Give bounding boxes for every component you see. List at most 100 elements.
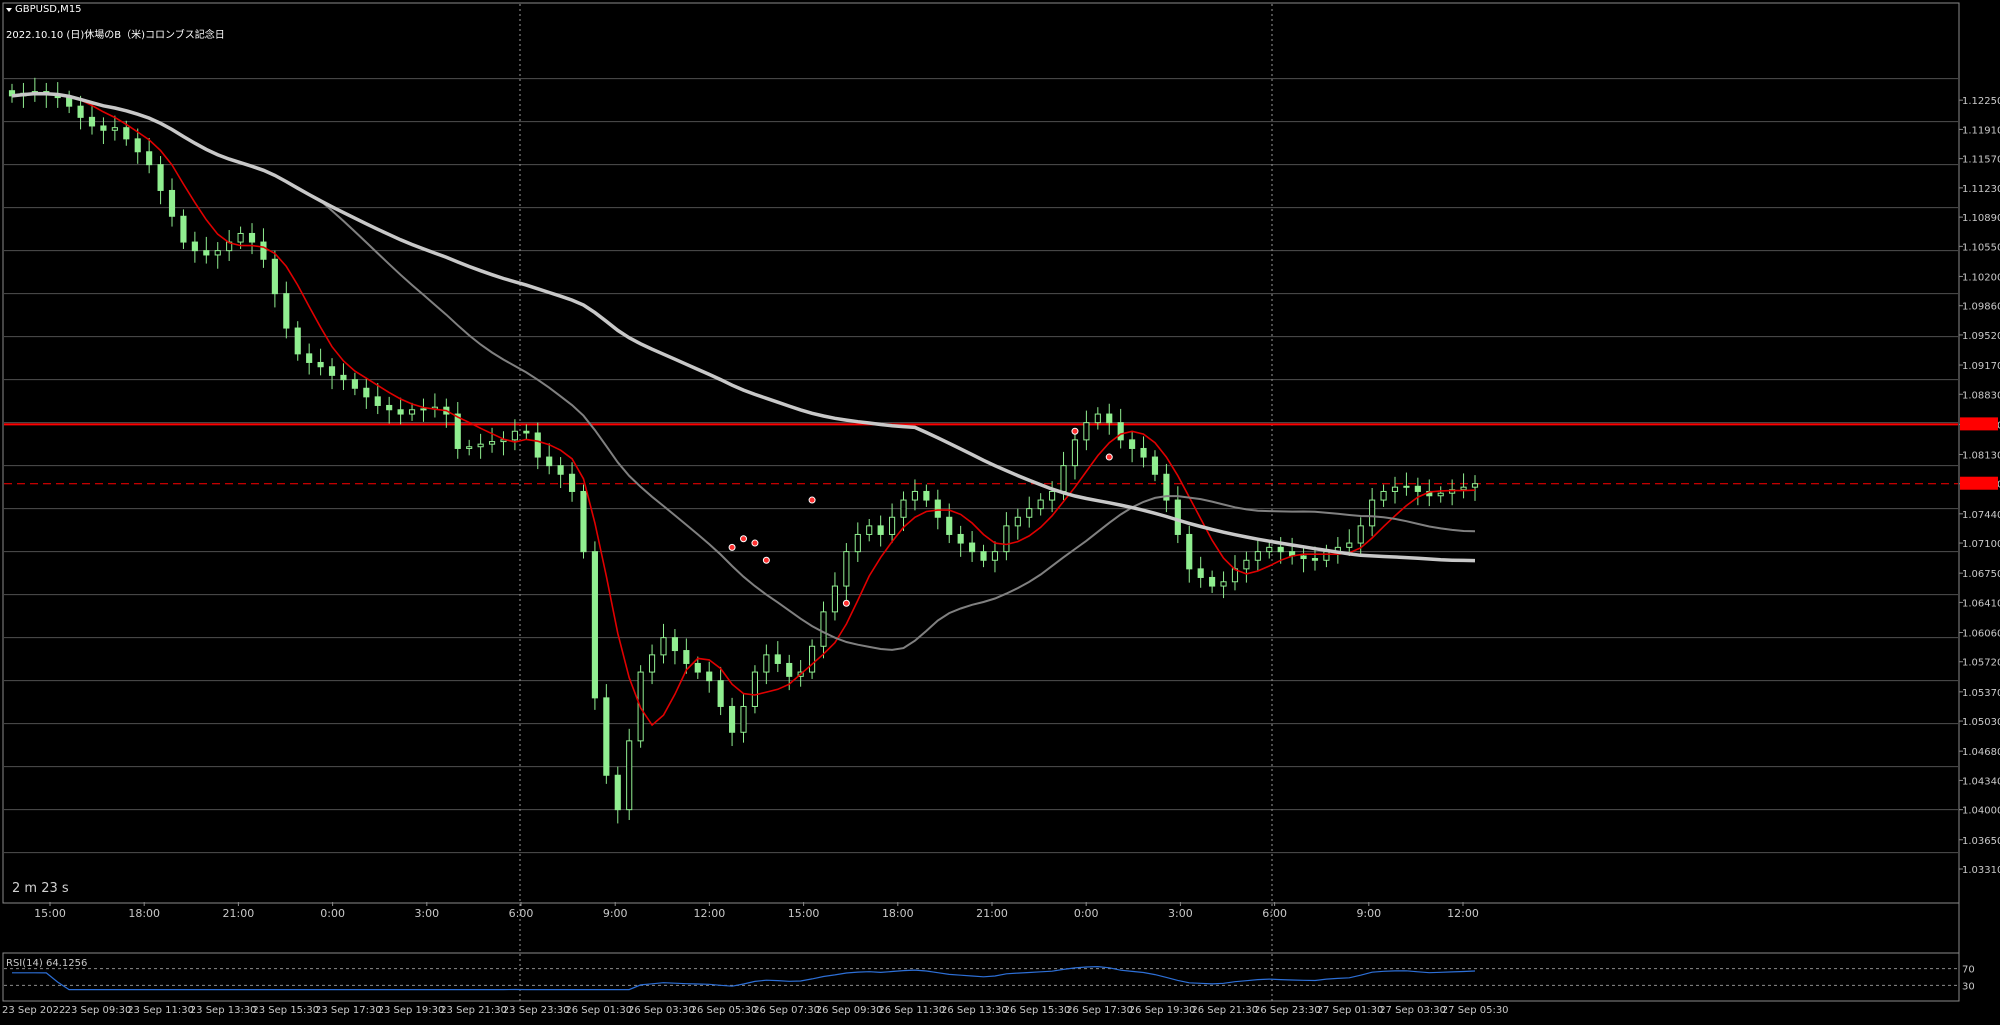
candle-body — [168, 189, 176, 217]
candle-body — [397, 409, 404, 415]
candle-body — [1471, 483, 1479, 488]
candle-body — [1060, 465, 1067, 492]
candle-body — [877, 525, 884, 535]
candle-body — [854, 533, 861, 553]
trade-marker — [842, 599, 850, 607]
candle-body — [1266, 546, 1273, 553]
price-axis-label: 1.09170 — [1962, 361, 2000, 372]
date-axis-label: 23 Sep 21:30 — [440, 1005, 507, 1016]
candle-body — [534, 432, 541, 458]
candle-body — [591, 551, 598, 699]
date-axis-label: 26 Sep 07:30 — [753, 1005, 820, 1016]
candle-body — [786, 662, 793, 677]
price-axis-label: 1.05370 — [1962, 688, 2000, 699]
price-line-tag — [1960, 417, 1998, 431]
candle-body — [1117, 422, 1124, 441]
price-axis-label: 1.06410 — [1962, 598, 2000, 609]
candle-body — [420, 408, 427, 411]
candle-body — [1014, 516, 1021, 527]
price-axis-label: 1.09520 — [1962, 331, 2000, 342]
candle-body — [248, 232, 256, 243]
symbol-title: GBPUSD,M15 — [15, 4, 82, 15]
candle-body — [466, 446, 473, 449]
candle-body — [648, 654, 656, 673]
date-axis[interactable]: 23 Sep 2022 23 Sep 09:3023 Sep 11:3023 Se… — [2, 1005, 1509, 1016]
date-axis-label: 26 Sep 13:30 — [941, 1005, 1008, 1016]
price-axis-label: 1.07100 — [1962, 539, 2000, 550]
candle-body — [340, 374, 347, 381]
candle-body — [157, 164, 164, 191]
candle-body — [969, 542, 976, 553]
candle-body — [488, 441, 496, 445]
mt4-chart-window[interactable]: 1.12250 1.11910 1.11570 1.11230 1.10890 1.105… — [0, 0, 2000, 1021]
candle-body — [991, 551, 999, 561]
candle-body — [1174, 499, 1181, 535]
time-axis-label: 9:00 — [1356, 907, 1381, 920]
time-axis-label: 3:00 — [1168, 907, 1193, 920]
price-axis-label: 1.06060 — [1962, 629, 2000, 640]
candle-body — [980, 551, 987, 561]
candle-body — [843, 551, 850, 587]
time-axis-label: 18:00 — [128, 907, 160, 920]
date-axis-label: 26 Sep 17:30 — [1066, 1005, 1133, 1016]
candle-body — [1357, 525, 1364, 544]
trade-marker — [1105, 453, 1113, 461]
candle-body — [1323, 551, 1330, 561]
candle-body — [900, 499, 907, 518]
time-axis-label: 9:00 — [603, 907, 628, 920]
candle-body — [660, 637, 667, 656]
time-axis-label: 18:00 — [882, 907, 914, 920]
candle-body — [751, 671, 759, 707]
date-axis-label: 23 Sep 23:30 — [503, 1005, 570, 1016]
trade-marker — [740, 535, 747, 543]
candle-body — [1129, 439, 1136, 449]
candle-body — [283, 293, 290, 329]
candle-body — [408, 409, 416, 415]
price-axis-label: 1.06750 — [1962, 569, 2000, 580]
price-axis-label: 1.04000 — [1962, 806, 2000, 817]
price-chart[interactable]: 1.12250 1.11910 1.11570 1.11230 1.10890 1.105… — [0, 0, 2000, 1021]
date-axis-label: 23 Sep 19:30 — [378, 1005, 445, 1016]
candle-body — [374, 396, 381, 406]
date-axis-label: 26 Sep 05:30 — [691, 1005, 758, 1016]
candle-body — [306, 353, 313, 363]
price-axis-label: 1.11230 — [1962, 184, 2000, 195]
candle-body — [511, 430, 518, 441]
chart-comment: 2022.10.10 (日)休場のB（米)コロンブス記念日 — [6, 28, 225, 41]
candle-body — [1186, 533, 1193, 570]
candle-body — [683, 650, 690, 664]
candle-body — [1049, 490, 1056, 501]
price-axis-label: 1.11570 — [1962, 155, 2000, 166]
price-axis-label: 1.04340 — [1962, 776, 2000, 787]
candle-body — [317, 361, 324, 368]
candle-body — [1140, 447, 1147, 458]
candle-body — [123, 127, 130, 140]
candle-body — [1380, 490, 1387, 501]
candle-body — [214, 250, 221, 256]
trade-marker — [728, 543, 736, 551]
candle-body — [1437, 492, 1444, 497]
time-axis-label: 12:00 — [1447, 907, 1479, 920]
candle-body — [191, 241, 198, 252]
candle-body — [386, 404, 393, 411]
candle-body — [203, 250, 210, 256]
candle-body — [1300, 555, 1307, 560]
candle-body — [1003, 525, 1010, 553]
candle-body — [889, 516, 896, 535]
price-axis-label: 1.08130 — [1962, 450, 2000, 461]
trade-marker — [808, 496, 816, 504]
price-axis-label: 1.09860 — [1962, 302, 2000, 313]
date-axis-label: 26 Sep 03:30 — [628, 1005, 695, 1016]
candle-body — [694, 662, 701, 673]
time-axis-label: 6:00 — [509, 907, 534, 920]
date-axis-label: 26 Sep 11:30 — [878, 1005, 945, 1016]
date-axis-label: 26 Sep 21:30 — [1191, 1005, 1258, 1016]
candle-body — [351, 379, 358, 389]
date-axis-label: 23 Sep 2022 — [2, 1005, 65, 1016]
date-axis-label: 26 Sep 09:30 — [816, 1005, 883, 1016]
candle-body — [1220, 581, 1227, 587]
date-axis-label: 26 Sep 01:30 — [565, 1005, 632, 1016]
candle-body — [934, 499, 941, 518]
bar-countdown: 2 m 23 s — [12, 881, 69, 896]
date-axis-label: 27 Sep 03:30 — [1379, 1005, 1446, 1016]
